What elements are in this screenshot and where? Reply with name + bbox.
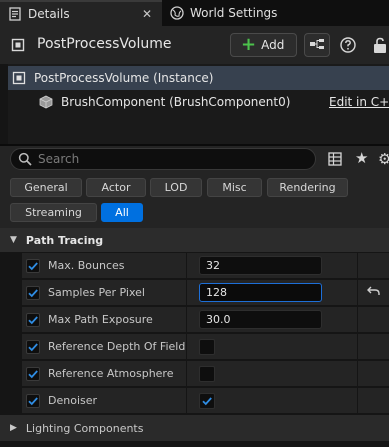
checkmark-icon <box>28 315 38 324</box>
collapsed-arrow-icon: ▶ <box>10 423 17 433</box>
property-name: Reference Atmosphere <box>48 367 174 380</box>
reset-cell <box>358 334 389 359</box>
property-name: Max. Bounces <box>48 259 125 272</box>
search-icon <box>18 152 32 166</box>
property-name: Denoiser <box>48 394 98 407</box>
property-value-cell <box>187 253 357 278</box>
globe-icon <box>170 6 184 20</box>
checkmark-icon <box>28 261 38 270</box>
tree-item-root[interactable]: PostProcessVolume (Instance) <box>8 66 389 90</box>
checkmark-icon <box>28 342 38 351</box>
override-checkbox[interactable] <box>26 258 40 273</box>
property-row: Samples Per Pixel <box>0 279 389 306</box>
search-bar: ★ ⚙ <box>0 146 389 176</box>
property-row: Max. Bounces <box>0 252 389 279</box>
close-icon[interactable]: ✕ <box>142 7 152 21</box>
tab-strip: Details ✕ World Settings <box>0 0 389 26</box>
edit-in-cpp-link[interactable]: Edit in C++ <box>329 95 389 109</box>
filter-all[interactable]: All <box>101 203 143 222</box>
filter-actor[interactable]: Actor <box>86 178 146 197</box>
blueprint-icon <box>309 38 325 53</box>
property-row: Denoiser <box>0 387 389 414</box>
star-icon[interactable]: ★ <box>355 149 368 167</box>
reset-cell <box>358 388 389 413</box>
property-name: Max Path Exposure <box>48 313 153 326</box>
reference-depth-of-field-checkbox[interactable] <box>199 338 215 355</box>
filter-lod[interactable]: LOD <box>150 178 202 197</box>
filter-rendering[interactable]: Rendering <box>267 178 348 197</box>
override-checkbox[interactable] <box>26 312 40 327</box>
property-value-cell <box>187 361 357 386</box>
reset-cell <box>358 280 389 305</box>
property-value-cell <box>187 280 357 305</box>
search-box[interactable] <box>10 148 316 170</box>
filter-misc[interactable]: Misc <box>207 178 262 197</box>
tab-details[interactable]: Details ✕ <box>0 0 162 26</box>
property-row: Max Path Exposure <box>0 306 389 333</box>
add-label: Add <box>261 38 285 52</box>
filter-streaming[interactable]: Streaming <box>10 203 97 222</box>
denoiser-checkbox[interactable] <box>199 392 215 409</box>
override-checkbox[interactable] <box>26 285 40 300</box>
category-label: Path Tracing <box>25 233 104 247</box>
lock-icon[interactable] <box>371 36 389 54</box>
cube-icon <box>39 95 53 109</box>
override-checkbox[interactable] <box>26 366 40 381</box>
property-name: Samples Per Pixel <box>48 286 145 299</box>
tree-item-brush-component[interactable]: BrushComponent (BrushComponent0) Edit in… <box>8 90 389 114</box>
reset-cell <box>358 253 389 278</box>
max-bounces-field[interactable] <box>199 256 322 275</box>
property-value-cell <box>187 307 357 332</box>
reset-to-default-icon[interactable] <box>366 285 381 300</box>
override-checkbox[interactable] <box>26 393 40 408</box>
samples-per-pixel-field[interactable] <box>199 283 322 302</box>
plus-icon: + <box>241 34 257 55</box>
table-view-icon[interactable] <box>328 152 342 166</box>
reference-atmosphere-checkbox[interactable] <box>199 365 215 382</box>
search-input[interactable] <box>38 152 288 166</box>
tab-world-settings-label: World Settings <box>190 6 278 20</box>
property-name-cell: Denoiser <box>22 388 186 413</box>
property-name: Reference Depth Of Field <box>48 340 186 353</box>
filter-bar: General Actor LOD Misc Rendering Streami… <box>0 176 389 228</box>
tab-details-label: Details <box>28 7 70 21</box>
property-row: Reference Depth Of Field <box>0 333 389 360</box>
property-list: Max. Bounces Samples Per Pixel <box>0 252 389 415</box>
category-lighting-components[interactable]: ▶ Lighting Components <box>0 415 389 441</box>
tree-item-brush-label: BrushComponent (BrushComponent0) <box>61 95 291 109</box>
category-path-tracing[interactable]: ▼ Path Tracing <box>0 228 389 252</box>
property-value-cell <box>187 334 357 359</box>
tab-world-settings[interactable]: World Settings <box>162 0 302 26</box>
reset-cell <box>358 307 389 332</box>
blueprint-button[interactable] <box>304 33 330 57</box>
property-name-cell: Samples Per Pixel <box>22 280 186 305</box>
expanded-arrow-icon: ▼ <box>10 235 17 245</box>
post-process-volume-icon <box>11 38 25 52</box>
checkmark-icon <box>28 369 38 378</box>
override-checkbox[interactable] <box>26 339 40 354</box>
checkmark-icon <box>202 396 212 405</box>
post-process-volume-icon <box>12 71 26 85</box>
property-value-cell <box>187 388 357 413</box>
help-icon[interactable] <box>339 36 357 54</box>
property-name-cell: Reference Depth Of Field <box>22 334 186 359</box>
property-name-cell: Max Path Exposure <box>22 307 186 332</box>
category-label: Lighting Components <box>25 421 144 435</box>
details-header: PostProcessVolume + Add <box>0 26 389 64</box>
checkmark-icon <box>28 288 38 297</box>
property-name-cell: Reference Atmosphere <box>22 361 186 386</box>
property-row: Reference Atmosphere <box>0 360 389 387</box>
add-component-button[interactable]: + Add <box>230 33 297 57</box>
max-path-exposure-field[interactable] <box>199 310 322 329</box>
component-tree: PostProcessVolume (Instance) BrushCompon… <box>8 64 389 144</box>
checkmark-icon <box>28 396 38 405</box>
reset-cell <box>358 361 389 386</box>
actor-name: PostProcessVolume <box>37 36 172 52</box>
filter-general[interactable]: General <box>10 178 82 197</box>
details-icon <box>8 7 22 21</box>
tree-item-root-label: PostProcessVolume (Instance) <box>34 71 214 85</box>
gear-icon[interactable]: ⚙ <box>378 150 389 168</box>
property-name-cell: Max. Bounces <box>22 253 186 278</box>
